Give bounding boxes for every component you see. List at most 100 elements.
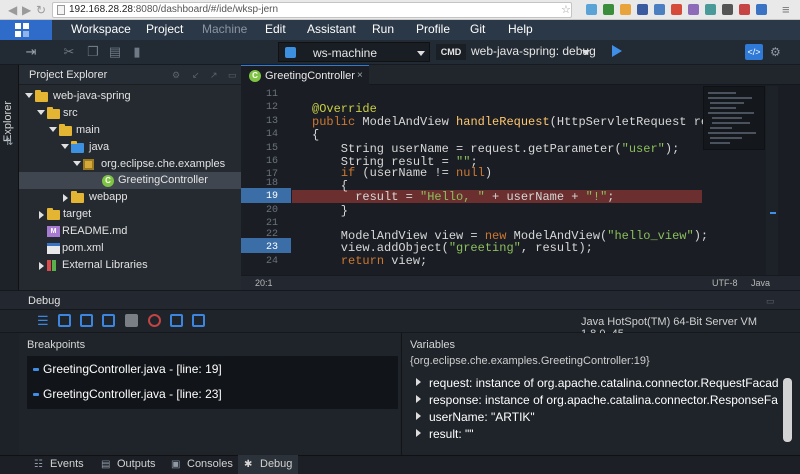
tab-consoles[interactable]: ▣ Consoles [165, 455, 233, 474]
expand-chevron-icon[interactable] [416, 429, 421, 437]
show-breakpoints-icon[interactable]: ☰ [37, 314, 50, 327]
extension-icon[interactable] [637, 4, 648, 15]
menu-run[interactable]: Run [372, 22, 394, 36]
breakpoint-icon [33, 393, 39, 396]
consoles-icon: ▣ [171, 459, 181, 470]
evaluate-expression-icon[interactable] [170, 314, 183, 327]
menu-workspace[interactable]: Workspace [71, 22, 131, 36]
machine-selector[interactable]: ws-machine [278, 42, 430, 62]
expand-chevron-icon[interactable] [416, 395, 421, 403]
che-logo-icon[interactable] [0, 20, 52, 40]
forward-icon[interactable]: ▶ [22, 3, 31, 17]
tab-outputs[interactable]: ▤ Outputs [95, 455, 159, 474]
code-view-button[interactable]: </> [745, 44, 763, 60]
expand-chevron-icon[interactable] [416, 412, 421, 420]
stack-frame: {org.eclipse.che.examples.GreetingContro… [410, 355, 650, 367]
back-icon[interactable]: ◀ [8, 3, 17, 17]
file-encoding: UTF-8 [712, 278, 738, 288]
step-over-icon[interactable] [58, 314, 71, 327]
chevron-down-icon[interactable] [582, 50, 590, 55]
menu-help[interactable]: Help [508, 22, 533, 36]
new-project-icon[interactable]: ⇥ [24, 45, 38, 59]
code-line: { [312, 128, 320, 142]
paste-icon[interactable]: ▤ [108, 45, 122, 59]
code-line: return view; [340, 254, 428, 268]
tree-item-package[interactable]: org.eclipse.che.examples [19, 156, 241, 173]
maximize-icon[interactable]: ↗ [210, 70, 218, 81]
expand-icon [61, 144, 69, 149]
variable-item[interactable]: response: instance of org.apache.catalin… [416, 393, 778, 407]
code-line: } [312, 204, 349, 218]
menu-machine[interactable]: Machine [202, 22, 247, 36]
editor-tab-greetingcontroller[interactable]: C GreetingController × [241, 65, 369, 86]
extension-icon[interactable] [620, 4, 631, 15]
collapse-chevron-icon [39, 211, 44, 219]
run-button[interactable] [612, 45, 622, 57]
step-out-icon[interactable] [102, 314, 115, 327]
extension-icon[interactable] [688, 4, 699, 15]
breakpoint-item[interactable]: GreetingController.java - [line: 23] [27, 382, 398, 406]
bookmark-star-icon[interactable]: ☆ [561, 3, 571, 16]
extension-icon[interactable] [756, 4, 767, 15]
variable-item[interactable]: userName: "ARTIK" [416, 410, 778, 424]
settings-icon[interactable]: ⚙ [172, 70, 180, 81]
change-variable-icon[interactable] [192, 314, 205, 327]
copy-icon[interactable]: ❐ [86, 45, 100, 59]
step-into-icon[interactable] [80, 314, 93, 327]
tab-debug[interactable]: ✱ Debug [238, 455, 298, 474]
side-tab-explorer[interactable]: Explorer [2, 101, 14, 142]
extension-icon[interactable] [739, 4, 750, 15]
tab-events[interactable]: ☷ Events [28, 455, 86, 474]
url-field[interactable]: 192.168.28.28:8080/dashboard/#/ide/wksp-… [52, 2, 572, 18]
extension-icon[interactable] [654, 4, 665, 15]
menu-git[interactable]: Git [470, 22, 485, 36]
tree-item-webapp[interactable]: webapp [19, 189, 241, 206]
xml-file-icon [47, 243, 60, 254]
variable-item[interactable]: result: "" [416, 427, 778, 441]
expand-chevron-icon[interactable] [416, 378, 421, 386]
tree-item-external-libraries[interactable]: External Libraries [19, 257, 241, 274]
extension-icon[interactable] [603, 4, 614, 15]
menu-profile[interactable]: Profile [416, 22, 450, 36]
line-number: 23 [265, 242, 278, 253]
collapse-icon[interactable]: ↙ [192, 70, 200, 81]
machines-view-icon[interactable]: ⚙ [770, 45, 781, 59]
tree-item-readme[interactable]: M README.md [19, 223, 241, 240]
menu-assistant[interactable]: Assistant [307, 22, 356, 36]
stop-icon[interactable] [125, 314, 138, 327]
collapse-chevron-icon [63, 194, 68, 202]
menu-edit[interactable]: Edit [265, 22, 286, 36]
browser-menu-icon[interactable]: ≡ [782, 2, 790, 17]
debug-title: Debug [28, 295, 61, 307]
bug-icon: ✱ [244, 459, 253, 470]
tree-item-java[interactable]: java [19, 139, 241, 156]
extension-icon[interactable] [671, 4, 682, 15]
code-minimap[interactable] [703, 86, 765, 150]
file-language: Java [751, 278, 771, 288]
extension-icon[interactable] [722, 4, 733, 15]
extension-icon[interactable] [705, 4, 716, 15]
minimize-icon[interactable]: ▭ [228, 70, 237, 81]
editor-scrollbar[interactable] [766, 86, 778, 275]
variables-scrollbar[interactable] [783, 378, 792, 442]
tree-item-main[interactable]: main [19, 122, 241, 139]
tree-item-greetingcontroller[interactable]: C GreetingController [19, 172, 241, 189]
code-line: public ModelAndView handleRequest(HttpSe… [312, 115, 737, 129]
delete-icon[interactable]: ▮ [130, 45, 144, 59]
breakpoint-item[interactable]: GreetingController.java - [line: 19] [27, 357, 398, 381]
variable-item[interactable]: request: instance of org.apache.catalina… [416, 376, 778, 390]
tree-item-pom[interactable]: pom.xml [19, 240, 241, 257]
run-config-selector[interactable]: web-java-spring: debug [471, 44, 596, 58]
close-icon[interactable]: × [357, 70, 363, 81]
minimize-icon[interactable]: ▭ [766, 296, 775, 307]
tree-item-src[interactable]: src [19, 105, 241, 122]
cut-icon[interactable]: ✂ [62, 45, 76, 59]
folder-icon [71, 191, 84, 203]
machine-icon [285, 47, 296, 58]
extension-icon[interactable] [586, 4, 597, 15]
menu-project[interactable]: Project [146, 22, 183, 36]
disconnect-icon[interactable] [148, 314, 161, 327]
reload-icon[interactable]: ↻ [36, 3, 46, 17]
tree-item-target[interactable]: target [19, 206, 241, 223]
tree-item-project[interactable]: web-java-spring [19, 88, 241, 105]
